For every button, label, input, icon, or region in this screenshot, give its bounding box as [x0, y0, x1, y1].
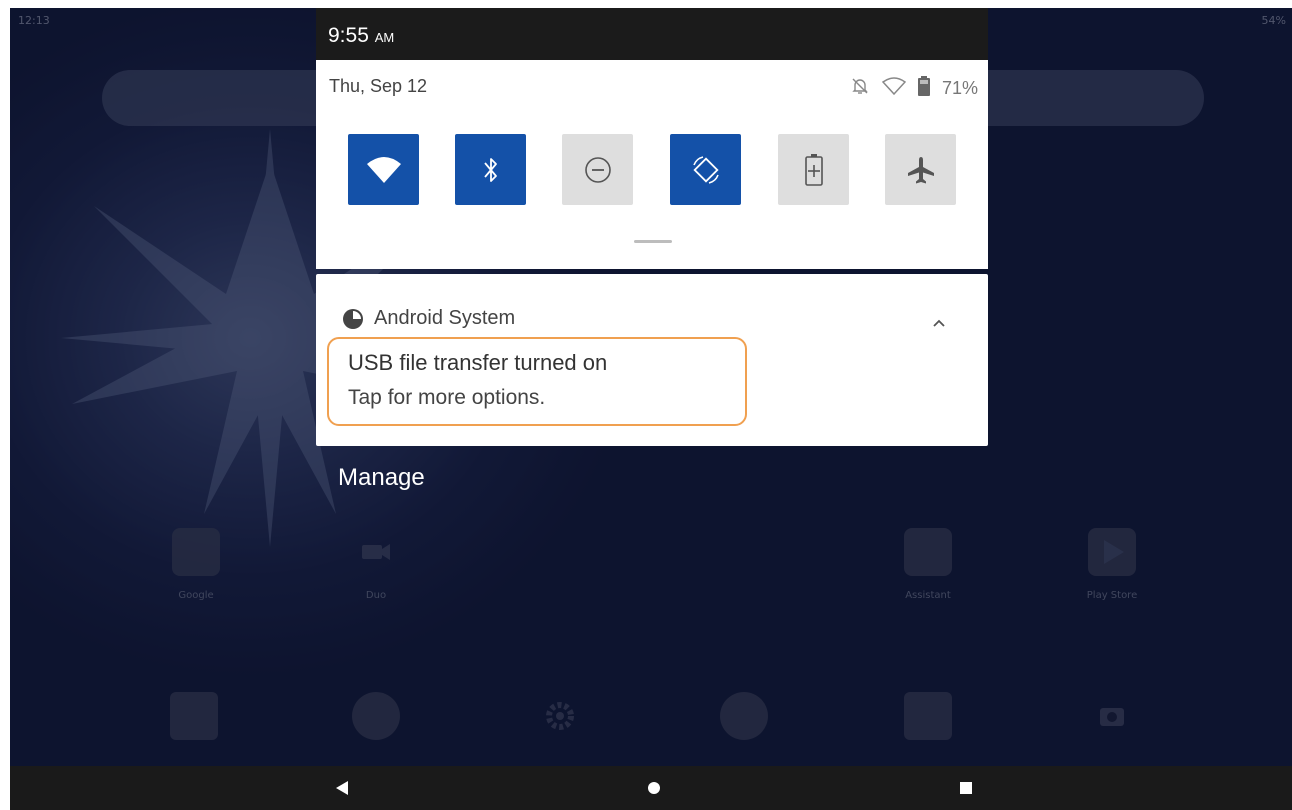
back-icon [336, 781, 348, 795]
wifi-status-icon [881, 77, 907, 100]
bell-off-icon [850, 76, 870, 101]
chevron-up-icon[interactable] [924, 308, 954, 338]
do-not-disturb-icon [584, 156, 611, 183]
battery-saver-icon [804, 153, 823, 186]
android-system-icon [343, 308, 363, 329]
battery-percent: 71% [941, 78, 978, 98]
notification-app-name: Android System [374, 307, 516, 329]
bluetooth-icon [483, 157, 497, 182]
do-not-disturb-tile[interactable] [562, 134, 633, 205]
airplane-mode-tile[interactable] [885, 134, 956, 205]
auto-rotate-tile[interactable] [670, 134, 741, 205]
recents-icon [960, 782, 972, 794]
bluetooth-tile[interactable] [455, 134, 526, 205]
home-icon [648, 782, 660, 794]
recents-button[interactable] [946, 766, 986, 810]
home-button[interactable] [634, 766, 674, 810]
wifi-tile[interactable] [348, 134, 419, 205]
navigation-bar [10, 766, 1292, 810]
clock-time: 9:55 [328, 24, 369, 47]
clock: 9:55 AM [328, 24, 394, 48]
device-screen: 12:13 54% Google Duo Assistant Play Stor… [10, 8, 1292, 810]
battery-icon [917, 76, 930, 101]
highlight-outline [327, 337, 747, 426]
back-button[interactable] [322, 766, 362, 810]
clock-ampm: AM [374, 30, 395, 45]
date-label: Thu, Sep 12 [329, 76, 428, 96]
shade-status-bar: 9:55 AM [316, 8, 988, 60]
wifi-icon [366, 156, 401, 183]
airplane-mode-icon [907, 156, 934, 183]
notification-header: Android System [342, 307, 515, 330]
system-status-icons: 71% [850, 76, 978, 101]
auto-rotate-icon [692, 155, 719, 184]
battery-saver-tile[interactable] [778, 134, 849, 205]
quick-settings-panel: Thu, Sep 12 71% [316, 60, 988, 269]
usb-notification-card[interactable]: Android System USB file transfer turned … [316, 274, 988, 446]
manage-notifications-button[interactable]: Manage [338, 464, 425, 492]
quick-settings-drag-handle[interactable] [634, 240, 672, 243]
